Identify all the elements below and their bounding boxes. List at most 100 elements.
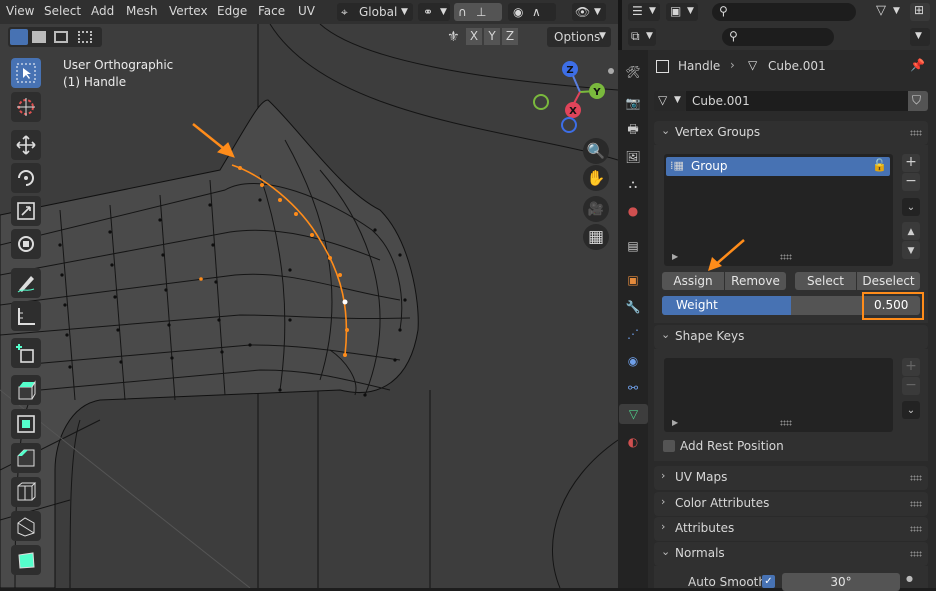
options-dropdown[interactable]: Options ▼	[547, 27, 611, 47]
tab-world[interactable]: ●	[623, 201, 643, 221]
knife-tool[interactable]	[11, 511, 41, 541]
gizmo-neg-z[interactable]	[561, 117, 577, 133]
auto-smooth-angle-field[interactable]: 30°	[782, 573, 900, 591]
visibility-dropdown[interactable]: 👁 ▼	[572, 3, 606, 21]
filter-dropdown[interactable]: ▽ ▼	[872, 3, 904, 21]
cursor-tool[interactable]	[11, 92, 41, 122]
new-collection-button[interactable]: ⊞	[910, 3, 930, 21]
group-specials-dropdown[interactable]: ⌄	[902, 198, 920, 216]
tab-material[interactable]: ◐	[623, 432, 643, 452]
annotate-tool[interactable]	[11, 268, 41, 298]
tab-tool[interactable]: 🛠	[623, 62, 643, 82]
select-button[interactable]: Select	[795, 272, 856, 290]
editor-type-dropdown[interactable]: ☰ ▼	[628, 3, 660, 21]
menu-mesh[interactable]: Mesh	[126, 4, 158, 18]
vertex-group-list[interactable]: ⁞▦ Group 🔓 ▶	[664, 154, 893, 266]
panel-shape-keys[interactable]: ⌄ Shape Keys	[654, 325, 928, 349]
mesh-name-field[interactable]: Cube.001	[686, 91, 908, 111]
tab-data[interactable]: ▽	[619, 404, 648, 424]
3d-viewport[interactable]: View Select Add Mesh Vertex Edge Face UV…	[0, 0, 618, 588]
select-subtract-button[interactable]	[54, 31, 68, 43]
shape-key-list[interactable]: ▶	[664, 358, 893, 432]
menu-add[interactable]: Add	[91, 4, 114, 18]
drag-handle-icon[interactable]	[910, 551, 922, 557]
pin-icon[interactable]: 📌	[910, 58, 925, 72]
select-new-button[interactable]	[10, 29, 28, 45]
zoom-button[interactable]: 🔍	[583, 138, 609, 164]
select-box-tool[interactable]	[11, 58, 41, 88]
mirror-z-toggle[interactable]: Z	[502, 28, 518, 45]
tab-particles[interactable]: ⋰	[623, 324, 643, 344]
expand-triangle-icon[interactable]: ▶	[672, 418, 678, 427]
tab-view-layer[interactable]: 🖼	[623, 147, 643, 167]
deselect-button[interactable]: Deselect	[857, 272, 920, 290]
menu-face[interactable]: Face	[258, 4, 285, 18]
transform-orientation-dropdown[interactable]: ⌖ Global ▼	[337, 3, 413, 21]
properties-editor-type[interactable]: ⧉ ▼	[628, 28, 656, 46]
add-rest-position-checkbox[interactable]	[663, 440, 675, 452]
mesh-browse-dropdown[interactable]: ▽ ▼	[654, 91, 686, 111]
inset-tool[interactable]	[11, 409, 41, 439]
ortho-toggle-button[interactable]: ▦	[583, 224, 609, 250]
gizmo-neg-x[interactable]	[608, 68, 614, 74]
menu-select[interactable]: Select	[44, 4, 81, 18]
tab-render[interactable]: 📷	[623, 93, 643, 113]
remove-group-button[interactable]: −	[902, 173, 920, 191]
keyframe-dot-icon[interactable]: ●	[906, 574, 913, 583]
mirror-y-toggle[interactable]: Y	[484, 28, 500, 45]
list-item[interactable]: ⁞▦ Group 🔓	[666, 157, 890, 176]
select-intersect-button[interactable]	[78, 31, 92, 43]
menu-uv[interactable]: UV	[298, 4, 315, 18]
drag-handle-icon[interactable]	[910, 501, 922, 507]
snap-toggle[interactable]: ∩ ⊥	[454, 3, 502, 21]
properties-search-input[interactable]: ⚲	[722, 28, 834, 46]
proportional-editing[interactable]: ◉ ∧	[508, 3, 556, 21]
tab-collection[interactable]: ▤	[623, 236, 643, 256]
move-up-button[interactable]: ▲	[902, 222, 920, 240]
expand-triangle-icon[interactable]: ▶	[672, 252, 678, 261]
options-dropdown-button[interactable]: ▼	[910, 28, 930, 46]
add-shape-key-button[interactable]: +	[902, 358, 920, 376]
lock-icon[interactable]: 🔓	[872, 158, 887, 172]
remove-shape-key-button[interactable]: −	[902, 377, 920, 395]
mirror-x-toggle[interactable]: X	[466, 28, 482, 45]
tab-constraints[interactable]: ⚯	[623, 378, 643, 398]
tab-object[interactable]: ▣	[623, 270, 643, 290]
transform-tool[interactable]	[11, 229, 41, 259]
rotate-tool[interactable]	[11, 163, 41, 193]
fake-user-toggle[interactable]: ⛉	[908, 91, 928, 111]
camera-view-button[interactable]: 🎥	[583, 196, 609, 222]
drag-handle-icon[interactable]	[910, 475, 922, 481]
extrude-tool[interactable]	[11, 375, 41, 405]
panel-attributes[interactable]: › Attributes	[654, 517, 928, 541]
menu-edge[interactable]: Edge	[217, 4, 247, 18]
display-mode-dropdown[interactable]: ▣ ▼	[666, 3, 698, 21]
move-down-button[interactable]: ▼	[902, 241, 920, 259]
tab-output[interactable]: 🖶	[623, 120, 643, 140]
poly-build-tool[interactable]	[11, 545, 41, 575]
drag-handle-icon[interactable]	[910, 526, 922, 532]
panel-uv-maps[interactable]: › UV Maps	[654, 466, 928, 490]
tab-scene[interactable]: ⛬	[623, 174, 643, 194]
add-cube-tool[interactable]	[11, 338, 41, 368]
panel-vertex-groups[interactable]: ⌄ Vertex Groups	[654, 121, 928, 145]
pivot-dropdown[interactable]: ⚭ ▼	[418, 3, 450, 21]
gizmo-neg-y[interactable]	[533, 94, 549, 110]
drag-handle-icon[interactable]	[910, 130, 922, 136]
menu-view[interactable]: View	[6, 4, 34, 18]
tab-physics[interactable]: ◉	[623, 351, 643, 371]
resize-handle-icon[interactable]	[780, 420, 792, 426]
shape-key-specials-dropdown[interactable]: ⌄	[902, 401, 920, 419]
panel-normals[interactable]: ⌄ Normals	[654, 542, 928, 566]
scale-tool[interactable]	[11, 196, 41, 226]
loop-cut-tool[interactable]	[11, 477, 41, 507]
resize-handle-icon[interactable]	[780, 254, 792, 260]
outliner-search-input[interactable]: ⚲	[712, 3, 856, 21]
move-tool[interactable]	[11, 130, 41, 160]
measure-tool[interactable]	[11, 301, 41, 331]
tab-modifiers[interactable]: 🔧	[623, 297, 643, 317]
add-group-button[interactable]: +	[902, 154, 920, 172]
select-extend-button[interactable]	[32, 31, 46, 43]
pan-button[interactable]: ✋	[583, 165, 609, 191]
bevel-tool[interactable]	[11, 443, 41, 473]
